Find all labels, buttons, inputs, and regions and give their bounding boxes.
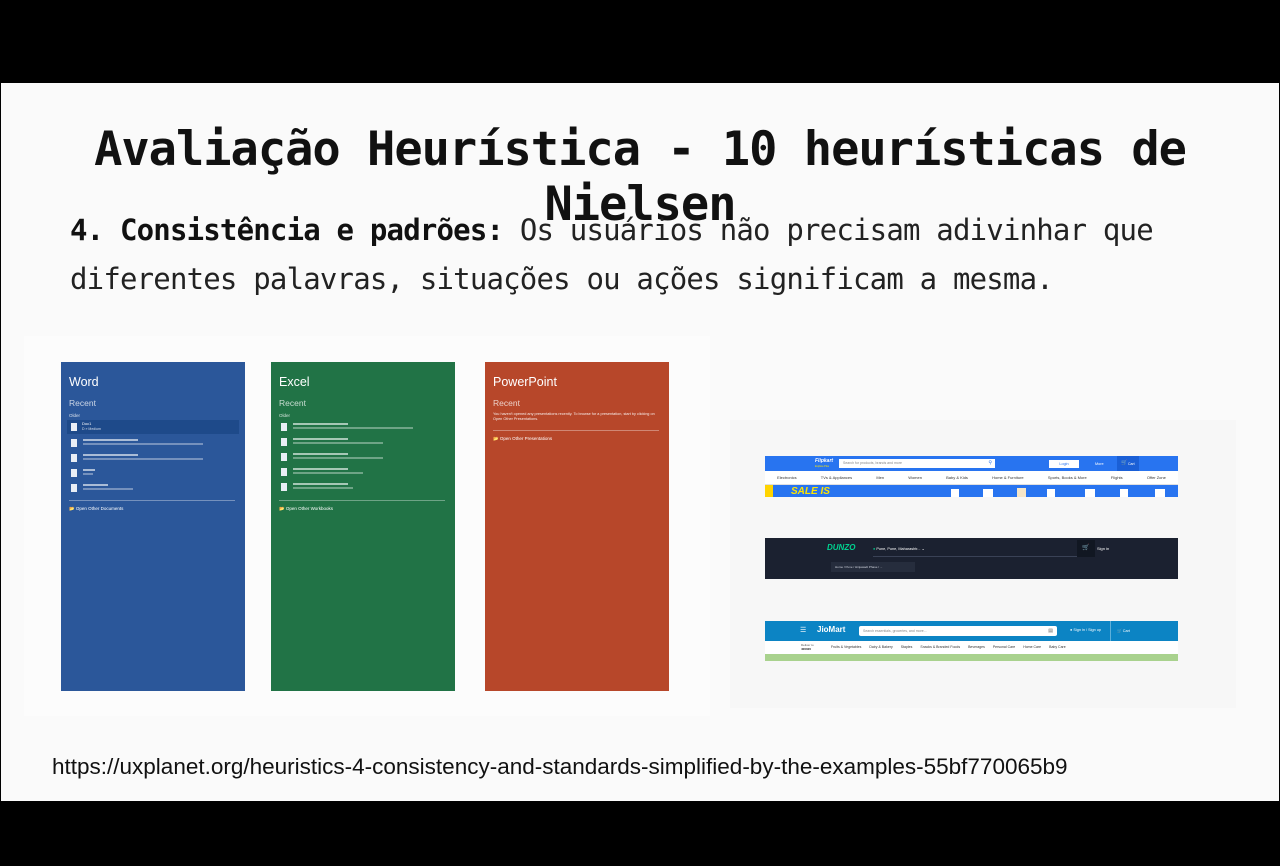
excel-panel: Excel Recent Older 📂 Open Other Workbook… xyxy=(271,362,455,691)
barcode-icon[interactable]: ▤ xyxy=(1048,628,1053,634)
jiomart-search-input[interactable]: Search essentials, groceries, and more..… xyxy=(859,626,1057,636)
cart-icon: 🛒 xyxy=(1082,545,1090,551)
document-icon xyxy=(71,484,77,492)
dunzo-breadcrumb[interactable]: Home / Pune / Hinjawadi Phase / ... xyxy=(835,565,882,569)
source-url[interactable]: https://uxplanet.org/heuristics-4-consis… xyxy=(52,754,1068,780)
slide-body: 4. Consistência e padrões: Os usuários n… xyxy=(70,206,1210,304)
word-file-path: D » Medium xyxy=(82,427,101,431)
jiomart-category-item[interactable]: Dairy & Bakery xyxy=(869,645,892,649)
flipkart-search-input[interactable]: Search for products, brands and more ⚲ xyxy=(839,459,995,468)
heuristic-heading: 4. Consistência e padrões: xyxy=(70,213,504,247)
jiomart-category-item[interactable]: Personal Care xyxy=(993,645,1015,649)
word-title: Word xyxy=(69,375,99,389)
list-item[interactable] xyxy=(279,452,449,464)
jiomart-category-item[interactable]: Baby Care xyxy=(1049,645,1066,649)
flipkart-header: Flipkart Explore Plus Search for product… xyxy=(765,456,1178,471)
document-icon xyxy=(71,469,77,477)
flipkart-category-item[interactable]: Electronics xyxy=(777,475,797,480)
jiomart-banner xyxy=(765,654,1178,661)
document-icon xyxy=(71,439,77,447)
word-recent: Recent xyxy=(69,398,96,408)
flipkart-category-item[interactable]: TVs & Appliances xyxy=(821,475,852,480)
list-item[interactable] xyxy=(69,453,239,465)
list-item[interactable] xyxy=(69,483,239,495)
jiomart-category-item[interactable]: Home Care xyxy=(1023,645,1041,649)
list-item[interactable] xyxy=(279,437,449,449)
dunzo-header: DUNZO ● Pune, Pune, Maharashtr... ⌄ 🛒 Si… xyxy=(765,538,1178,579)
jiomart-header: ☰ JioMart Search essentials, groceries, … xyxy=(765,621,1178,641)
list-item[interactable] xyxy=(279,482,449,494)
flipkart-login-button[interactable]: Login xyxy=(1049,460,1079,468)
flipkart-category-item[interactable]: Home & Furniture xyxy=(992,475,1024,480)
flipkart-category-item[interactable]: Sports, Books & More xyxy=(1048,475,1087,480)
flipkart-banner: SALE IS xyxy=(765,485,1178,497)
flipkart-logo: Flipkart xyxy=(815,458,834,464)
jiomart-deliver-to[interactable]: Deliver to 400020 xyxy=(801,643,814,651)
document-icon xyxy=(71,423,77,431)
jiomart-category-item[interactable]: Fruits & Vegetables xyxy=(831,645,861,649)
jiomart-category-item[interactable]: Beverages xyxy=(968,645,985,649)
user-icon: ● xyxy=(1070,628,1073,632)
powerpoint-recent: Recent xyxy=(493,398,520,408)
workbook-icon xyxy=(281,453,287,461)
powerpoint-open-other[interactable]: 📂 Open Other Presentations xyxy=(493,436,552,442)
flipkart-cart-button[interactable]: 🛒 Cart xyxy=(1117,456,1139,471)
list-item[interactable] xyxy=(69,468,239,480)
powerpoint-title: PowerPoint xyxy=(493,375,557,389)
flipkart-logo-sub: Explore Plus xyxy=(815,465,830,468)
excel-title: Excel xyxy=(279,375,310,389)
list-item[interactable] xyxy=(279,422,449,434)
word-panel: Word Recent Older Doc1 D » Medium 📂 Open… xyxy=(61,362,245,691)
excel-recent: Recent xyxy=(279,398,306,408)
jiomart-category-nav: Deliver to 400020 Fruits & Vegetables Dai… xyxy=(765,641,1178,654)
dunzo-signin[interactable]: Sign in xyxy=(1097,546,1109,551)
word-selected-file[interactable]: Doc1 D » Medium xyxy=(67,420,239,434)
workbook-icon xyxy=(281,423,287,431)
flipkart-banner-text: SALE IS xyxy=(791,486,830,497)
cart-icon: 🛒 xyxy=(1117,629,1122,633)
flipkart-category-nav: Electronics TVs & Appliances Men Women Baby … xyxy=(765,471,1178,485)
jiomart-signin[interactable]: ● Sign in / Sign up xyxy=(1070,628,1101,632)
workbook-icon xyxy=(281,468,287,476)
excel-older: Older xyxy=(279,413,291,418)
excel-open-other[interactable]: 📂 Open Other Workbooks xyxy=(279,506,333,512)
powerpoint-message: You haven't opened any presentations rec… xyxy=(493,412,655,421)
flipkart-category-item[interactable]: Baby & Kids xyxy=(946,475,968,480)
word-older: Older xyxy=(69,413,81,418)
jiomart-cart[interactable]: 🛒 Cart xyxy=(1117,628,1130,633)
dunzo-cart-button[interactable]: 🛒 xyxy=(1077,540,1095,557)
word-open-other[interactable]: 📂 Open Other Documents xyxy=(69,506,123,512)
word-file-name: Doc1 xyxy=(82,421,92,426)
cart-icon: 🛒 xyxy=(1121,460,1128,466)
dunzo-location[interactable]: ● Pune, Pune, Maharashtr... ⌄ xyxy=(873,546,925,551)
search-icon[interactable]: ⚲ xyxy=(988,460,992,466)
workbook-icon xyxy=(281,438,287,446)
flipkart-category-item[interactable]: Men xyxy=(876,475,884,480)
jiomart-category-item[interactable]: Staples xyxy=(901,645,913,649)
jiomart-logo[interactable]: JioMart xyxy=(817,625,845,634)
dunzo-logo[interactable]: DUNZO xyxy=(827,543,855,552)
flipkart-category-item[interactable]: Offer Zone xyxy=(1147,475,1166,480)
flipkart-more[interactable]: More xyxy=(1095,462,1104,466)
list-item[interactable] xyxy=(69,438,239,450)
list-item[interactable] xyxy=(279,467,449,479)
flipkart-category-item[interactable]: Women xyxy=(908,475,922,480)
location-icon: ● xyxy=(873,547,876,551)
flipkart-category-item[interactable]: Flights xyxy=(1111,475,1123,480)
workbook-icon xyxy=(281,483,287,491)
document-icon xyxy=(71,454,77,462)
jiomart-category-item[interactable]: Snacks & Branded Foods xyxy=(920,645,960,649)
menu-icon[interactable]: ☰ xyxy=(800,626,806,634)
powerpoint-panel: PowerPoint Recent You haven't opened any… xyxy=(485,362,669,691)
